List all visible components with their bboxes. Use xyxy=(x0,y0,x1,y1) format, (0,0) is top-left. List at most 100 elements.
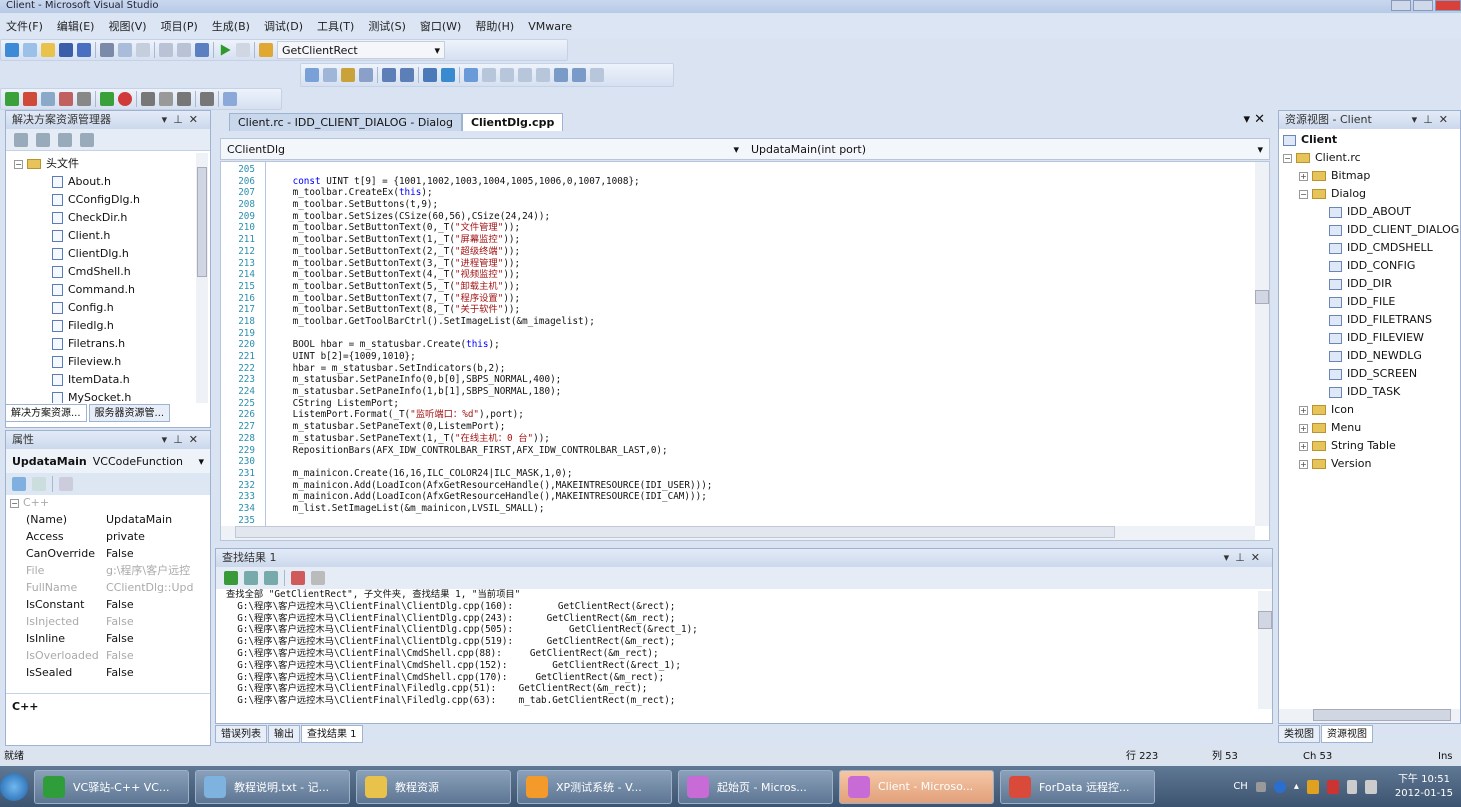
taskbar-item[interactable]: ForData 远程控... xyxy=(1000,769,1155,804)
property-row[interactable]: IsInjected False xyxy=(6,613,210,630)
tree-file[interactable]: ItemData.h xyxy=(14,371,210,389)
menu-item[interactable]: VMware xyxy=(522,20,580,33)
navigate-icon[interactable] xyxy=(195,43,209,57)
sort-alpha-icon[interactable] xyxy=(32,477,46,491)
volume-icon[interactable] xyxy=(1346,779,1357,794)
maximize-button[interactable] xyxy=(1413,0,1433,11)
member-combo[interactable]: UpdataMain(int port) ▾ xyxy=(745,139,1269,159)
network-icon[interactable] xyxy=(1326,779,1339,794)
find-result-line[interactable]: G:\程序\客户远控木马\ClientFinal\CmdShell.cpp(15… xyxy=(226,660,1272,672)
panel-controls[interactable]: ▾⊥✕ xyxy=(162,111,204,129)
categorized-icon[interactable] xyxy=(12,477,26,491)
redo-icon[interactable] xyxy=(177,43,191,57)
property-pages-icon[interactable] xyxy=(59,477,73,491)
find-result-line[interactable]: 查找全部 "GetClientRect", 子文件夹, 查找结果 1, "当前项… xyxy=(226,589,1272,601)
editor-tab[interactable]: ClientDlg.cpp xyxy=(461,113,564,131)
panel-tab[interactable]: 资源视图 xyxy=(1321,725,1373,743)
minimize-button[interactable] xyxy=(1391,0,1411,11)
object-selector[interactable]: UpdataMain VCCodeFunction ▾ xyxy=(6,449,210,473)
menu-item[interactable]: 测试(S) xyxy=(362,18,414,34)
tree-dialog[interactable]: IDD_CMDSHELL xyxy=(1281,239,1460,257)
language-indicator[interactable]: CH xyxy=(1233,781,1248,792)
taskbar-item[interactable]: 起始页 - Micros... xyxy=(678,769,833,804)
tree-dialog[interactable]: IDD_FILEVIEW xyxy=(1281,329,1460,347)
find-result-line[interactable]: G:\程序\客户远控木马\ClientFinal\ClientDlg.cpp(5… xyxy=(226,624,1272,636)
find-result-line[interactable]: G:\程序\客户远控木马\ClientFinal\CmdShell.cpp(17… xyxy=(226,672,1272,684)
panel-controls[interactable]: ▾⊥✕ xyxy=(162,431,204,449)
property-row[interactable]: File g:\程序\客户远控 xyxy=(6,562,210,579)
horizontal-scrollbar[interactable] xyxy=(1279,709,1460,723)
vertical-scrollbar[interactable] xyxy=(1255,162,1269,526)
tree-file[interactable]: Command.h xyxy=(14,281,210,299)
tree-folder[interactable]: + Menu xyxy=(1281,419,1460,437)
start-button[interactable] xyxy=(0,772,28,801)
tree-dialog[interactable]: IDD_CONFIG xyxy=(1281,257,1460,275)
tree-dialog[interactable]: IDD_TASK xyxy=(1281,383,1460,401)
vertical-scrollbar[interactable] xyxy=(1258,591,1272,709)
property-row[interactable]: IsOverloaded False xyxy=(6,647,210,664)
tree-file[interactable]: About.h xyxy=(14,173,210,191)
cut-icon[interactable] xyxy=(100,43,114,57)
tree-file[interactable]: Filetrans.h xyxy=(14,335,210,353)
menu-item[interactable]: 视图(V) xyxy=(102,18,154,34)
tree-file[interactable]: Client.h xyxy=(14,227,210,245)
tree-folder[interactable]: − 头文件 xyxy=(14,155,210,173)
find-combo[interactable]: GetClientRect ▾ xyxy=(277,41,445,59)
tree-file[interactable]: MySocket.h xyxy=(14,389,210,403)
tree-dialog[interactable]: IDD_SCREEN xyxy=(1281,365,1460,383)
vertical-scrollbar[interactable] xyxy=(196,153,208,403)
find-icon[interactable] xyxy=(259,43,273,57)
panel-controls[interactable]: ▾⊥✕ xyxy=(1412,111,1454,129)
tree-root[interactable]: Client xyxy=(1281,131,1460,149)
tree-folder[interactable]: + String Table xyxy=(1281,437,1460,455)
tree-dialog[interactable]: IDD_FILE xyxy=(1281,293,1460,311)
editor-tab[interactable]: Client.rc - IDD_CLIENT_DIALOG - Dialog xyxy=(229,113,462,131)
panel-tab[interactable]: 服务器资源管... xyxy=(88,404,171,422)
tree-dialog[interactable]: IDD_CLIENT_DIALOG xyxy=(1281,221,1460,239)
property-row[interactable]: IsSealed False xyxy=(6,664,210,681)
taskbar-item[interactable]: VC驿站-C++ VC... xyxy=(34,769,189,804)
menu-item[interactable]: 工具(T) xyxy=(311,18,362,34)
property-row[interactable]: IsInline False xyxy=(6,630,210,647)
output-tab[interactable]: 错误列表 xyxy=(215,725,267,743)
find-result-line[interactable]: G:\程序\客户远控木马\ClientFinal\Filedlg.cpp(63)… xyxy=(226,695,1272,707)
category-row[interactable]: − C++ xyxy=(6,495,210,511)
find-in-files-icon[interactable] xyxy=(236,43,250,57)
tree-rc-file[interactable]: − Client.rc xyxy=(1281,149,1460,167)
save-icon[interactable] xyxy=(59,43,73,57)
property-row[interactable]: (Name) UpdataMain xyxy=(6,511,210,528)
taskbar-item[interactable]: Client - Microso... xyxy=(839,769,994,804)
signal-icon[interactable] xyxy=(1364,779,1377,794)
menu-item[interactable]: 生成(B) xyxy=(206,18,258,34)
tree-folder[interactable]: + Icon xyxy=(1281,401,1460,419)
panel-tab[interactable]: 解决方案资源... xyxy=(5,404,87,422)
panel-controls[interactable]: ▾⊥✕ xyxy=(1224,549,1266,567)
undo-icon[interactable] xyxy=(159,43,173,57)
menu-item[interactable]: 编辑(E) xyxy=(51,18,103,34)
tree-folder[interactable]: − Dialog xyxy=(1281,185,1460,203)
output-tab[interactable]: 查找结果 1 xyxy=(301,725,363,743)
tree-dialog[interactable]: IDD_NEWDLG xyxy=(1281,347,1460,365)
taskbar-item[interactable]: 教程说明.txt - 记... xyxy=(195,769,350,804)
tree-file[interactable]: CConfigDlg.h xyxy=(14,191,210,209)
stop-find-icon[interactable] xyxy=(311,571,325,585)
find-result-line[interactable]: G:\程序\客户远控木马\ClientFinal\ClientDlg.cpp(1… xyxy=(226,601,1272,613)
menu-item[interactable]: 项目(P) xyxy=(155,18,206,34)
open-icon[interactable] xyxy=(41,43,55,57)
find-result-line[interactable]: G:\程序\客户远控木马\ClientFinal\ClientDlg.cpp(2… xyxy=(226,613,1272,625)
paste-icon[interactable] xyxy=(136,43,150,57)
keyboard-icon[interactable] xyxy=(1255,781,1266,792)
tree-file[interactable]: Config.h xyxy=(14,299,210,317)
horizontal-scrollbar[interactable] xyxy=(221,526,1255,540)
tree-file[interactable]: Filedlg.h xyxy=(14,317,210,335)
clock[interactable]: 下午 10:51 2012-01-15 xyxy=(1395,773,1453,801)
close-document-icon[interactable]: ▾ ✕ xyxy=(1243,112,1265,127)
tree-file[interactable]: Fileview.h xyxy=(14,353,210,371)
tree-file[interactable]: CheckDir.h xyxy=(14,209,210,227)
add-item-icon[interactable] xyxy=(23,43,37,57)
code-editor[interactable]: 205 206 const UINT t[9] = {1001,1002,100… xyxy=(220,161,1270,541)
tree-dialog[interactable]: IDD_FILETRANS xyxy=(1281,311,1460,329)
property-row[interactable]: IsConstant False xyxy=(6,596,210,613)
copy-icon[interactable] xyxy=(118,43,132,57)
tree-dialog[interactable]: IDD_DIR xyxy=(1281,275,1460,293)
